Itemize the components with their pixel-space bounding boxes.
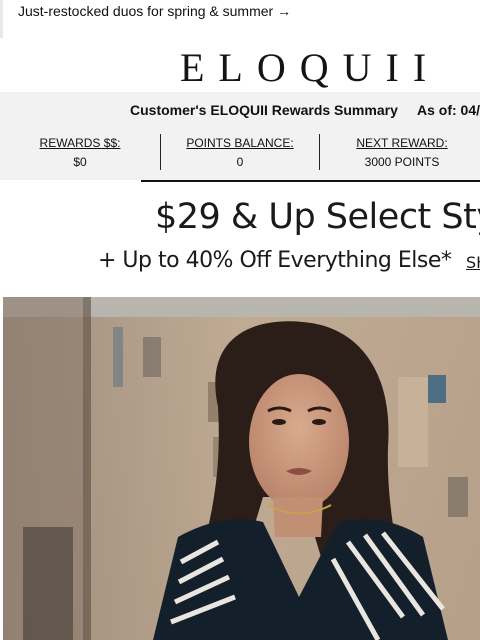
preheader-accent-bar — [0, 0, 3, 38]
promo-headline: $29 & Up Select Styles — [155, 197, 480, 237]
promo-top-rule — [141, 180, 480, 182]
points-balance-label[interactable]: POINTS BALANCE: — [160, 136, 320, 150]
hero-image[interactable] — [3, 297, 480, 640]
points-balance-column: POINTS BALANCE: 0 — [160, 136, 320, 169]
rewards-summary: Customer's ELOQUII Rewards Summary As of… — [0, 92, 480, 180]
brand-logo[interactable]: ELOQUII — [180, 44, 440, 91]
promo-subheadline: + Up to 40% Off Everything Else* — [98, 248, 452, 273]
brand-header: ELOQUII — [0, 38, 480, 92]
rewards-dollars-label[interactable]: REWARDS $$: — [0, 136, 160, 150]
preheader: Just-restocked duos for spring & summer … — [0, 0, 480, 38]
rewards-dollars-column: REWARDS $$: $0 — [0, 136, 160, 169]
rewards-dollars-value: $0 — [73, 155, 87, 169]
shop-now-link[interactable]: SH — [466, 253, 480, 272]
preheader-link[interactable]: Just-restocked duos for spring & summer … — [18, 3, 291, 19]
next-reward-label[interactable]: NEXT REWARD: — [320, 136, 480, 150]
rewards-title: Customer's ELOQUII Rewards Summary — [130, 102, 398, 118]
hero-photo — [3, 297, 480, 640]
points-balance-value: 0 — [236, 155, 244, 169]
promo-banner[interactable]: $29 & Up Select Styles + Up to 40% Off E… — [0, 180, 480, 297]
rewards-as-of: As of: 04/ — [417, 102, 480, 118]
next-reward-column: NEXT REWARD: 3000 POINTS — [320, 136, 480, 169]
next-reward-value: 3000 POINTS — [364, 155, 440, 169]
